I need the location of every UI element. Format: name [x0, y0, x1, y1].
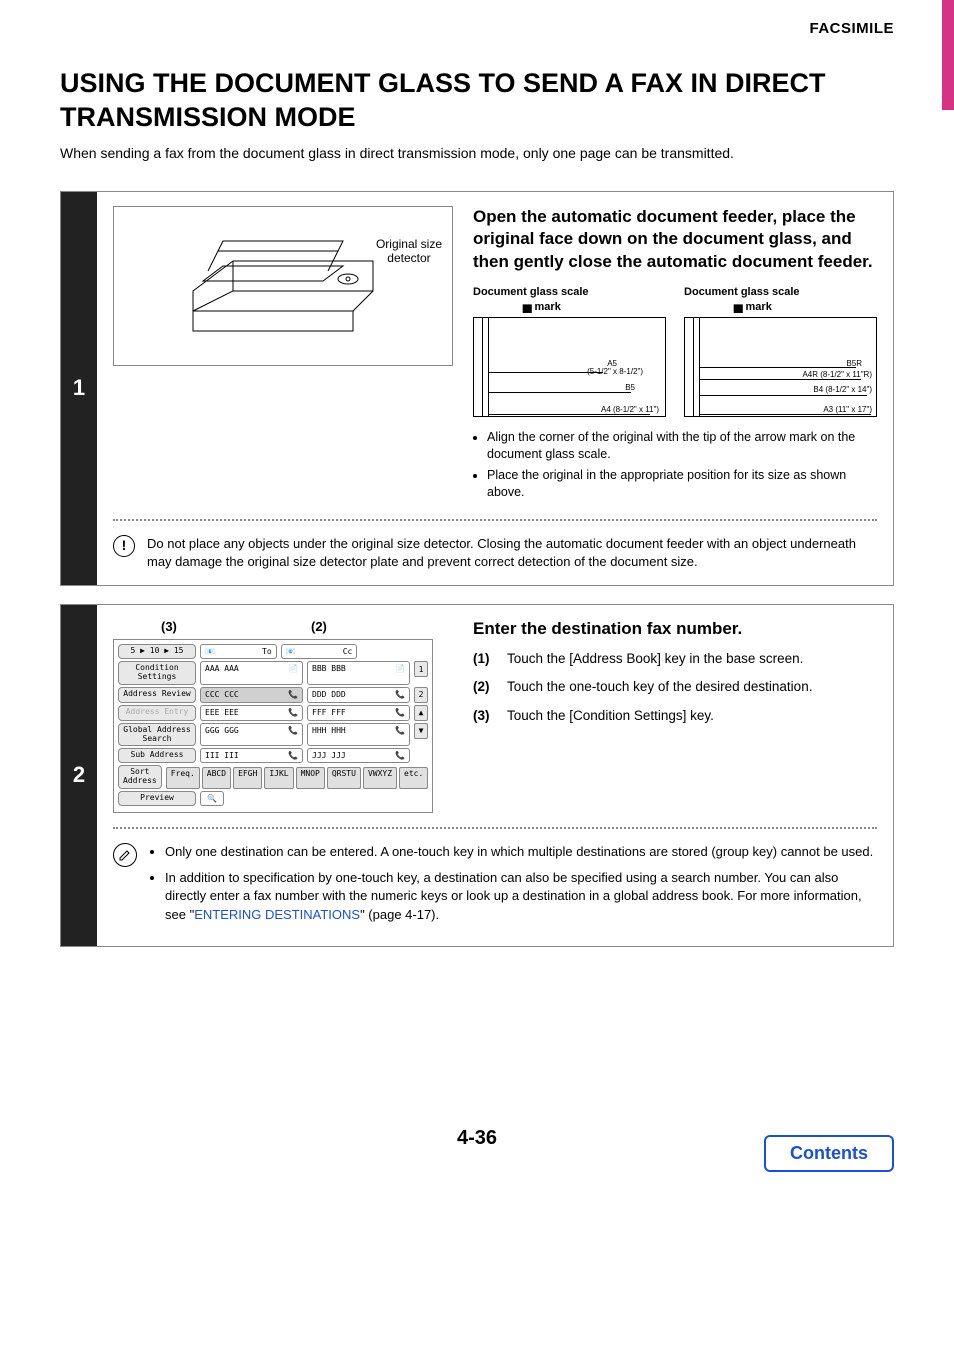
step-number: 2 [61, 605, 97, 946]
tab-freq[interactable]: Freq. [166, 767, 200, 789]
to-button[interactable]: 📧 To [200, 644, 277, 659]
illus-label-1: Original size [376, 237, 442, 251]
onetouch-key[interactable]: CCC CCC📞 [200, 687, 303, 703]
contents-button[interactable]: Contents [764, 1135, 894, 1172]
page-indicator: 2 [414, 687, 428, 703]
scale-diagram-left: A5 (5-1/2" x 8-1/2") B5 A4 (8-1/2" x 11"… [473, 317, 666, 417]
note-icon [113, 843, 137, 867]
printer-illustration: Original size detector [113, 206, 453, 366]
onetouch-key[interactable]: FFF FFF📞 [307, 705, 410, 721]
note-bullet: Only one destination can be entered. A o… [165, 843, 877, 861]
onetouch-key[interactable]: BBB BBB📄 [307, 661, 410, 685]
mark-label-r: mark [746, 301, 772, 313]
callout-2: (2) [311, 619, 327, 634]
preview-button[interactable]: Preview [118, 791, 196, 806]
sub-address-button[interactable]: Sub Address [118, 748, 196, 763]
tab-abcd[interactable]: ABCD [202, 767, 231, 789]
step1-title: Open the automatic document feeder, plac… [473, 206, 877, 275]
callout-3: (3) [161, 619, 177, 634]
entering-destinations-link[interactable]: ENTERING DESTINATIONS [194, 907, 360, 922]
onetouch-key[interactable]: HHH HHH📞 [307, 723, 410, 747]
cc-button[interactable]: 📧 Cc [281, 644, 358, 659]
page-title: USING THE DOCUMENT GLASS TO SEND A FAX I… [60, 67, 894, 135]
address-book-panel: 5 ▶ 10 ▶ 15 📧 To 📧 Cc Condition Settings… [113, 639, 433, 813]
tab-etc[interactable]: etc. [399, 767, 428, 789]
intro-text: When sending a fax from the document gla… [60, 145, 894, 161]
page-indicator: 1 [414, 661, 428, 677]
tab-mnop[interactable]: MNOP [296, 767, 325, 789]
condition-settings-button[interactable]: Condition Settings [118, 661, 196, 685]
separator [113, 827, 877, 829]
tab-efgh[interactable]: EFGH [233, 767, 262, 789]
illus-label-2: detector [387, 251, 430, 265]
tab-ijkl[interactable]: IJKL [264, 767, 293, 789]
sub-text: Touch the [Condition Settings] key. [507, 706, 714, 726]
caution-text: Do not place any objects under the origi… [147, 535, 877, 571]
scale-head-right: Document glass scale [684, 286, 877, 298]
scroll-down-button[interactable]: ▼ [414, 723, 428, 739]
scale-head-left: Document glass scale [473, 286, 666, 298]
tab-qrstu[interactable]: QRSTU [327, 767, 361, 789]
onetouch-key[interactable]: EEE EEE📞 [200, 705, 303, 721]
onetouch-key[interactable]: JJJ JJJ📞 [307, 748, 410, 763]
step1-bullet: Align the corner of the original with th… [487, 429, 877, 463]
onetouch-key[interactable]: DDD DDD📞 [307, 687, 410, 703]
sub-text: Touch the one-touch key of the desired d… [507, 677, 812, 697]
range-indicator: 5 ▶ 10 ▶ 15 [118, 644, 196, 659]
sub-num: (2) [473, 677, 499, 697]
onetouch-key[interactable]: III III📞 [200, 748, 303, 763]
onetouch-key[interactable]: AAA AAA📄 [200, 661, 303, 685]
preview-icon-button[interactable]: 🔍 [200, 791, 224, 806]
step2-title: Enter the destination fax number. [473, 619, 812, 639]
address-entry-button: Address Entry [118, 705, 196, 721]
section-header: FACSIMILE [60, 20, 894, 37]
printer-svg [173, 221, 393, 351]
global-search-button[interactable]: Global Address Search [118, 723, 196, 747]
sub-num: (3) [473, 706, 499, 726]
mark-label-l: mark [535, 301, 561, 313]
step-2: 2 (3) (2) 5 ▶ 10 ▶ 15 📧 To 📧 Cc [60, 604, 894, 947]
caution-icon: ! [113, 535, 135, 557]
step-number: 1 [61, 192, 97, 586]
tab-vwxyz[interactable]: VWXYZ [363, 767, 397, 789]
separator [113, 519, 877, 521]
scale-diagram-right: B5R A4R (8-1/2" x 11"R) B4 (8-1/2" x 14"… [684, 317, 877, 417]
scroll-up-button[interactable]: ▲ [414, 705, 428, 721]
step1-bullet: Place the original in the appropriate po… [487, 467, 877, 501]
sub-text: Touch the [Address Book] key in the base… [507, 649, 803, 669]
note-bullet: In addition to specification by one-touc… [165, 869, 877, 924]
sort-address-button[interactable]: Sort Address [118, 765, 162, 789]
step-1: 1 Original size detector [60, 191, 894, 587]
sub-num: (1) [473, 649, 499, 669]
address-review-button[interactable]: Address Review [118, 687, 196, 703]
onetouch-key[interactable]: GGG GGG📞 [200, 723, 303, 747]
